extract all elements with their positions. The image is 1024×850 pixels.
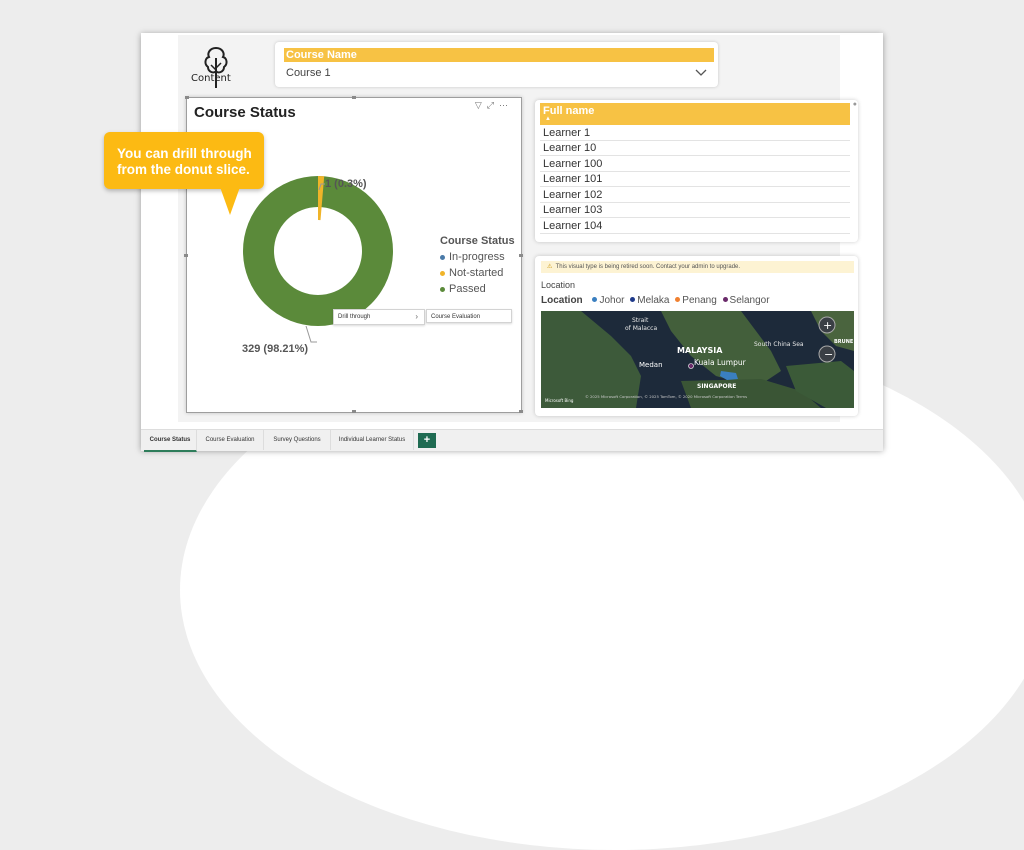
- map-legend: Location Johor Melaka Penang Selangor: [541, 295, 770, 306]
- legend-label: In-progress: [449, 251, 505, 263]
- callout-text: You can drill through from the donut sli…: [117, 146, 252, 178]
- report-canvas: Content Course Name Course 1 Course Stat…: [178, 35, 858, 422]
- slicer-selected-value[interactable]: Course 1: [286, 67, 331, 79]
- legend-label: Not-started: [449, 267, 504, 279]
- context-menu-drill-through[interactable]: Drill through ›: [333, 309, 425, 325]
- legend-dot: [630, 297, 636, 302]
- legend-dot: [440, 286, 445, 292]
- leader-line-big: [305, 325, 317, 343]
- table-row[interactable]: Learner 102: [540, 188, 850, 203]
- map-canvas[interactable]: Strait of Malacca South China Sea MALAYS…: [541, 311, 854, 408]
- tip-callout: You can drill through from the donut sli…: [104, 132, 264, 189]
- legend-item-not-started[interactable]: Not-started: [440, 265, 515, 281]
- warning-icon: ⚠: [547, 264, 553, 270]
- warning-text: This visual type is being retired soon. …: [555, 264, 741, 270]
- callout-pointer: [220, 187, 240, 215]
- menu-item-label: Drill through: [338, 314, 371, 320]
- sort-ascending-icon: ▲: [545, 116, 551, 122]
- callout-line: You can drill through: [117, 146, 252, 161]
- course-name-slicer[interactable]: Course Name Course 1: [275, 42, 718, 87]
- satellite-map: Strait of Malacca South China Sea MALAYS…: [541, 311, 854, 408]
- chevron-right-icon: ›: [415, 312, 418, 321]
- table-row[interactable]: Learner 1: [540, 126, 850, 141]
- tab-course-evaluation[interactable]: Course Evaluation: [197, 430, 264, 450]
- legend-dot: [440, 270, 445, 276]
- legend-item-passed[interactable]: Passed: [440, 281, 515, 297]
- svg-text:Medan: Medan: [639, 361, 663, 369]
- svg-text:SINGAPORE: SINGAPORE: [697, 383, 736, 390]
- table-row[interactable]: Learner 101: [540, 172, 850, 187]
- legend-item-johor[interactable]: Johor: [599, 295, 624, 306]
- add-page-button[interactable]: +: [418, 433, 436, 448]
- legend-title: Course Status: [440, 235, 515, 247]
- logo-text: Content: [191, 73, 231, 84]
- svg-text:BRUNE: BRUNE: [834, 339, 854, 345]
- svg-text:Microsoft Bing: Microsoft Bing: [545, 398, 574, 403]
- resize-handle[interactable]: [184, 254, 188, 257]
- data-label-passed: 329 (98.21%): [242, 343, 309, 355]
- chart-legend: Course Status In-progress Not-started Pa…: [440, 235, 515, 297]
- submenu-course-evaluation[interactable]: Course Evaluation: [426, 309, 512, 323]
- svg-text:© 2025 Microsoft Corporation,: © 2025 Microsoft Corporation, © 2025 Tom…: [585, 394, 747, 399]
- svg-text:of Malacca: of Malacca: [625, 325, 657, 332]
- table-row[interactable]: Learner 10: [540, 141, 850, 156]
- resize-handle[interactable]: [519, 254, 523, 257]
- table-row[interactable]: Learner 103: [540, 203, 850, 218]
- svg-text:+: +: [823, 319, 832, 332]
- legend-item-in-progress[interactable]: In-progress: [440, 249, 515, 265]
- legend-dot: [722, 297, 728, 302]
- data-label-not-started: 1 (0.3%): [325, 178, 367, 190]
- legend-label: Passed: [449, 283, 486, 295]
- legend-item-penang[interactable]: Penang: [682, 295, 716, 306]
- legend-title: Location: [541, 295, 583, 306]
- svg-text:MALAYSIA: MALAYSIA: [677, 346, 723, 355]
- resize-handle[interactable]: [352, 410, 356, 413]
- tab-individual-learner-status[interactable]: Individual Learner Status: [331, 430, 414, 450]
- legend-dot: [675, 297, 681, 302]
- table-row[interactable]: Learner 104: [540, 219, 850, 234]
- callout-line: from the donut slice.: [117, 162, 250, 177]
- learner-table-visual[interactable]: Full name ▲ ● Learner 1 Learner 10 Learn…: [535, 100, 858, 242]
- resize-handle[interactable]: [352, 96, 356, 99]
- page-tabs: Course Status Course Evaluation Survey Q…: [141, 429, 883, 452]
- resize-handle[interactable]: [185, 96, 189, 99]
- table-header[interactable]: Full name ▲: [540, 103, 850, 125]
- svg-text:South China Sea: South China Sea: [754, 341, 804, 348]
- slicer-header: Course Name: [284, 48, 714, 62]
- svg-text:Kuala Lumpur: Kuala Lumpur: [694, 358, 747, 367]
- legend-item-melaka[interactable]: Melaka: [637, 295, 669, 306]
- svg-text:Strait: Strait: [632, 317, 649, 324]
- legend-dot: [440, 254, 445, 260]
- retirement-warning: ⚠ This visual type is being retired soon…: [541, 261, 854, 273]
- legend-dot: [592, 297, 598, 302]
- chevron-down-icon[interactable]: [694, 68, 708, 78]
- tab-course-status[interactable]: Course Status: [144, 430, 197, 452]
- map-title: Location: [541, 280, 576, 290]
- svg-text:−: −: [824, 348, 833, 361]
- legend-item-selangor[interactable]: Selangor: [730, 295, 770, 306]
- resize-handle[interactable]: [519, 410, 523, 413]
- table-row[interactable]: Learner 100: [540, 157, 850, 172]
- tab-survey-questions[interactable]: Survey Questions: [264, 430, 331, 450]
- report-window: Content Course Name Course 1 Course Stat…: [141, 33, 883, 452]
- more-options-icon[interactable]: ●: [853, 101, 857, 108]
- location-map-visual[interactable]: ⚠ This visual type is being retired soon…: [535, 256, 858, 416]
